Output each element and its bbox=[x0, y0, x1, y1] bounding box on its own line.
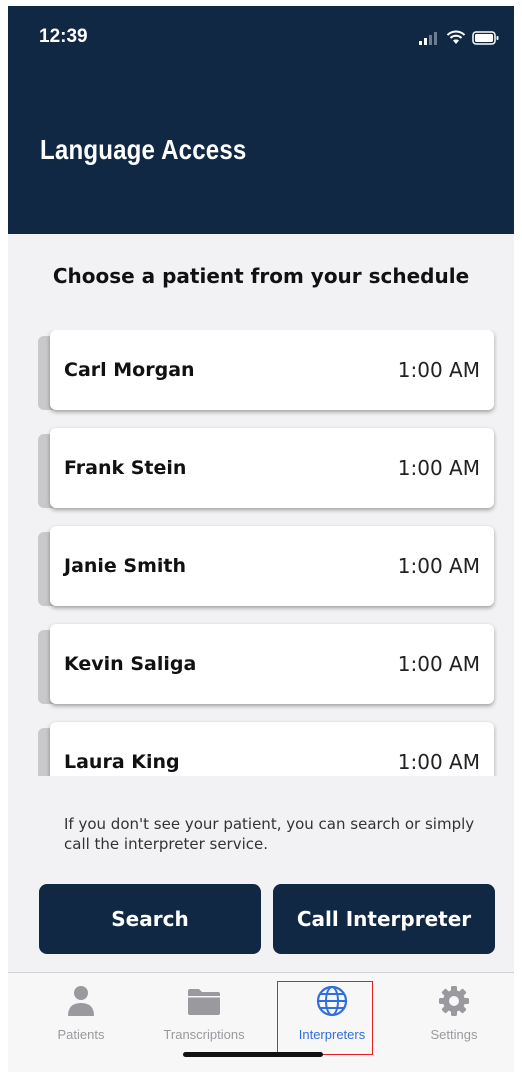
status-time: 12:39 bbox=[39, 26, 88, 47]
patient-card[interactable]: Frank Stein 1:00 AM bbox=[50, 428, 494, 508]
appointment-time: 1:00 AM bbox=[397, 554, 480, 578]
appointment-time: 1:00 AM bbox=[397, 358, 480, 382]
tab-interpreters[interactable]: Interpreters bbox=[272, 973, 392, 1055]
patient-row[interactable]: Frank Stein 1:00 AM bbox=[38, 428, 496, 512]
patient-list[interactable]: Carl Morgan 1:00 AM Frank Stein 1:00 AM … bbox=[38, 330, 498, 776]
call-interpreter-button[interactable]: Call Interpreter bbox=[273, 884, 495, 954]
app-header: 12:39 Language Access bbox=[8, 6, 514, 234]
appointment-time: 1:00 AM bbox=[397, 750, 480, 774]
patient-row[interactable]: Laura King 1:00 AM bbox=[38, 722, 496, 776]
patient-card[interactable]: Kevin Saliga 1:00 AM bbox=[50, 624, 494, 704]
tab-label: Settings bbox=[430, 1027, 478, 1042]
tab-settings[interactable]: Settings bbox=[394, 973, 514, 1053]
patient-name: Kevin Saliga bbox=[64, 653, 197, 675]
tab-transcriptions[interactable]: Transcriptions bbox=[144, 973, 264, 1053]
appointment-time: 1:00 AM bbox=[397, 456, 480, 480]
patient-card[interactable]: Laura King 1:00 AM bbox=[50, 722, 494, 776]
wifi-icon bbox=[446, 30, 466, 44]
status-icons bbox=[418, 30, 500, 45]
gear-icon bbox=[439, 986, 469, 1016]
patient-name: Laura King bbox=[64, 751, 180, 773]
appointment-time: 1:00 AM bbox=[397, 652, 480, 676]
phone-screen: 12:39 Language Access Choose a patient f… bbox=[8, 6, 514, 1072]
main-content: Choose a patient from your schedule Carl… bbox=[8, 234, 514, 972]
tab-label: Patients bbox=[57, 1027, 105, 1042]
globe-icon bbox=[316, 985, 348, 1017]
page-prompt: Choose a patient from your schedule bbox=[52, 264, 470, 288]
patient-row[interactable]: Janie Smith 1:00 AM bbox=[38, 526, 496, 610]
tab-label: Transcriptions bbox=[163, 1027, 245, 1042]
home-indicator bbox=[183, 1052, 323, 1057]
patient-row[interactable]: Carl Morgan 1:00 AM bbox=[38, 330, 496, 414]
patient-name: Carl Morgan bbox=[64, 359, 195, 381]
help-text: If you don't see your patient, you can s… bbox=[64, 815, 475, 853]
app-title: Language Access bbox=[40, 134, 247, 165]
patient-name: Frank Stein bbox=[64, 457, 187, 479]
battery-icon bbox=[472, 30, 499, 45]
tab-bar: Patients Transcriptions Interpreters Set… bbox=[8, 972, 514, 1072]
patient-card[interactable]: Carl Morgan 1:00 AM bbox=[50, 330, 494, 410]
patient-name: Janie Smith bbox=[64, 555, 187, 577]
person-icon bbox=[68, 986, 94, 1016]
signal-icon bbox=[419, 31, 437, 45]
patient-row[interactable]: Kevin Saliga 1:00 AM bbox=[38, 624, 496, 708]
search-button[interactable]: Search bbox=[39, 884, 261, 954]
tab-patients[interactable]: Patients bbox=[21, 973, 141, 1053]
patient-card[interactable]: Janie Smith 1:00 AM bbox=[50, 526, 494, 606]
tab-label: Interpreters bbox=[298, 1027, 366, 1042]
folder-icon bbox=[188, 989, 220, 1015]
